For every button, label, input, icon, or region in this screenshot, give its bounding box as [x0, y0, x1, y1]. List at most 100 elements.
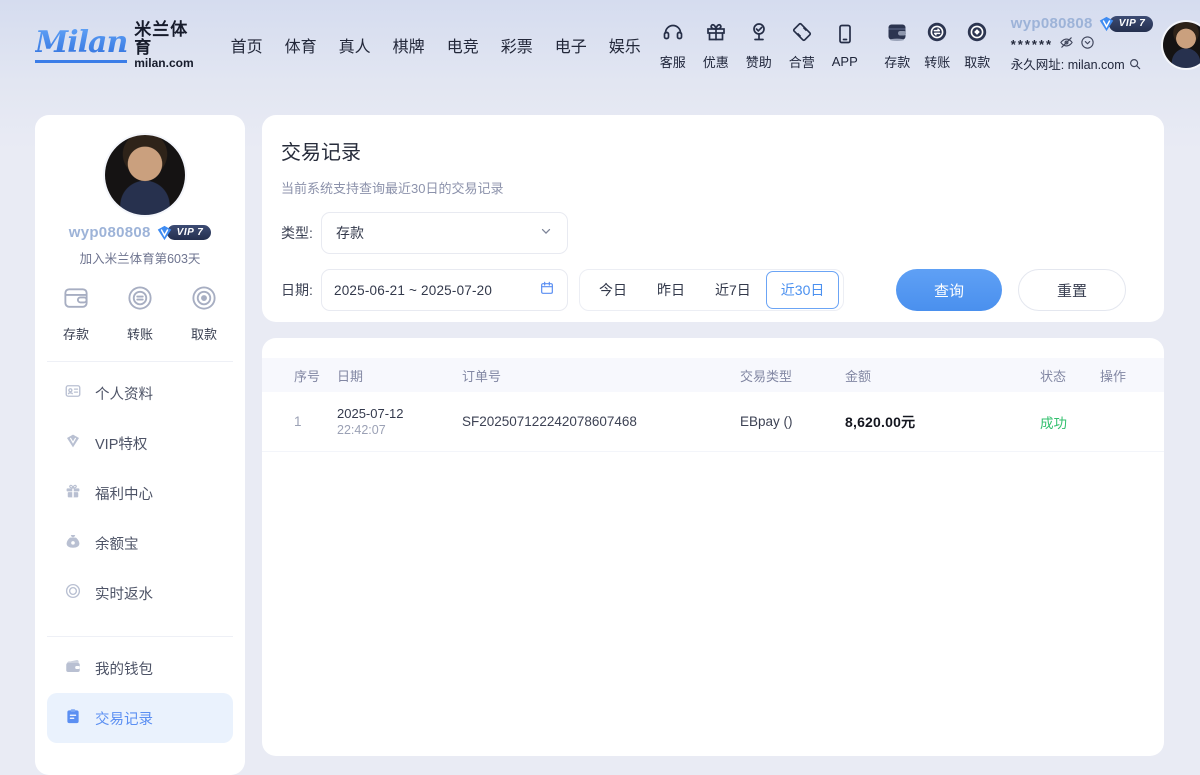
user-info-block: wyp080808 VIP 7 ****** 永久网址: milan.com [1011, 15, 1154, 75]
promotions-link[interactable]: 优惠 [695, 20, 737, 71]
sidebar-item-transaction-records[interactable]: 交易记录 [47, 693, 233, 743]
sidebar-username: wyp080808 [69, 224, 151, 241]
sidebar-item-profile[interactable]: 个人资料 [47, 368, 233, 418]
transfer-label: 转账 [924, 52, 950, 71]
sidebar-quick-actions: 存款 转账 取款 [35, 267, 245, 343]
top-header: Milan 米兰体育 milan.com 首页 体育 真人 棋牌 电竞 彩票 电… [0, 0, 1200, 90]
withdraw-icon [965, 20, 989, 49]
my-wallet-icon [64, 657, 82, 680]
vip-badge: VIP 7 [1098, 16, 1154, 33]
gift-icon [704, 20, 728, 49]
sidebar-item-transaction-records-label: 交易记录 [95, 708, 153, 729]
deposit-link[interactable]: 存款 [878, 20, 917, 71]
transfer-link[interactable]: 转账 [918, 20, 957, 71]
nav-item-sports[interactable]: 体育 [274, 25, 328, 65]
partnership-link[interactable]: 合营 [781, 20, 823, 71]
nav-item-entertainment[interactable]: 娱乐 [598, 25, 652, 65]
nav-item-home[interactable]: 首页 [220, 25, 274, 65]
deposit-icon [885, 20, 909, 49]
search-icon[interactable] [1128, 57, 1142, 76]
profile-sidebar: wyp080808 VIP 7 加入米兰体育第603天 存款 转账 取款 个人资… [35, 115, 245, 775]
transfer-outline-icon [125, 283, 155, 318]
row-status: 成功 [1040, 412, 1100, 432]
user-avatar[interactable] [1163, 22, 1200, 68]
range-today-button[interactable]: 今日 [584, 271, 642, 309]
sidebar-item-vip-label: VIP特权 [95, 433, 147, 454]
sidebar-deposit-label: 存款 [63, 324, 89, 343]
row-date-time: 22:42:07 [337, 423, 462, 437]
col-type: 交易类型 [740, 366, 845, 385]
col-index: 序号 [282, 366, 337, 385]
nav-item-slots[interactable]: 电子 [544, 25, 598, 65]
sidebar-item-yuebao[interactable]: 余额宝 [47, 518, 233, 568]
type-label: 类型: [281, 223, 321, 243]
range-7days-button[interactable]: 近7日 [700, 271, 766, 309]
calendar-icon [539, 280, 555, 301]
sidebar-item-rebate-label: 实时返水 [95, 583, 153, 604]
sidebar-item-vip[interactable]: VIP特权 [47, 418, 233, 468]
records-icon [64, 707, 82, 730]
nav-item-lottery[interactable]: 彩票 [490, 25, 544, 65]
date-label: 日期: [281, 280, 321, 300]
sidebar-item-profile-label: 个人资料 [95, 383, 153, 404]
nav-item-cards[interactable]: 棋牌 [382, 25, 436, 65]
table-header: 序号 日期 订单号 交易类型 金额 状态 操作 [262, 358, 1164, 392]
sidebar-user-row: wyp080808 VIP 7 [35, 224, 245, 241]
logo-text-stack: 米兰体育 milan.com [134, 21, 193, 69]
main-nav: 首页 体育 真人 棋牌 电竞 彩票 电子 娱乐 [220, 25, 652, 65]
sponsor-link[interactable]: 赞助 [738, 20, 780, 71]
username-text: wyp080808 [1011, 15, 1093, 34]
sidebar-withdraw-label: 取款 [191, 324, 217, 343]
site-logo[interactable]: Milan 米兰体育 milan.com [35, 21, 194, 69]
masked-balance: ****** [1011, 37, 1053, 53]
chevron-down-icon [539, 224, 553, 243]
type-select[interactable]: 存款 [321, 212, 568, 254]
sidebar-menu: 个人资料 VIP特权 福利中心 余额宝 实时返水 [35, 368, 245, 618]
sidebar-avatar[interactable] [105, 135, 185, 215]
sidebar-item-my-wallet-label: 我的钱包 [95, 658, 153, 679]
chevron-down-circle-icon[interactable] [1080, 35, 1095, 56]
vip-shield-icon [1098, 16, 1115, 32]
type-filter-row: 类型: 存款 [262, 212, 1164, 254]
header-right: 客服 优惠 赞助 合营 APP 存款 转账 [652, 15, 1200, 75]
medal-icon [747, 20, 771, 49]
vip-level-label: VIP 7 [1109, 16, 1154, 33]
customer-service-link[interactable]: 客服 [652, 20, 694, 71]
sidebar-divider [47, 361, 233, 362]
wallet-shortcuts: 存款 转账 取款 [878, 20, 997, 71]
sidebar-item-benefits-label: 福利中心 [95, 483, 153, 504]
sidebar-menu-wallet: 我的钱包 交易记录 [35, 643, 245, 743]
reset-button[interactable]: 重置 [1018, 269, 1126, 311]
table-row: 1 2025-07-12 22:42:07 SF2025071222420786… [262, 392, 1164, 452]
phone-icon [833, 22, 857, 51]
sidebar-item-benefits[interactable]: 福利中心 [47, 468, 233, 518]
logo-script-text: Milan [35, 28, 127, 63]
col-action: 操作 [1100, 366, 1149, 385]
app-download-link[interactable]: APP [824, 22, 866, 69]
partnership-label: 合营 [789, 52, 815, 71]
sidebar-vip-level-label: VIP 7 [167, 225, 212, 240]
promotions-label: 优惠 [703, 52, 729, 71]
sidebar-transfer-action[interactable]: 转账 [125, 283, 155, 343]
sidebar-item-my-wallet[interactable]: 我的钱包 [47, 643, 233, 693]
col-date: 日期 [337, 366, 462, 385]
nav-item-esports[interactable]: 电竞 [436, 25, 490, 65]
row-index: 1 [282, 414, 337, 429]
transfer-icon [925, 20, 949, 49]
sidebar-divider-2 [47, 636, 233, 637]
nav-item-live[interactable]: 真人 [328, 25, 382, 65]
search-button[interactable]: 查询 [896, 269, 1002, 311]
page-title: 交易记录 [262, 115, 1164, 165]
sidebar-item-rebate[interactable]: 实时返水 [47, 568, 233, 618]
range-30days-button[interactable]: 近30日 [766, 271, 840, 309]
sidebar-withdraw-action[interactable]: 取款 [189, 283, 219, 343]
eye-off-icon[interactable] [1059, 35, 1074, 56]
date-range-input[interactable]: 2025-06-21 ~ 2025-07-20 [321, 269, 568, 311]
date-range-value: 2025-06-21 ~ 2025-07-20 [334, 283, 539, 298]
customer-service-label: 客服 [660, 52, 686, 71]
range-yesterday-button[interactable]: 昨日 [642, 271, 700, 309]
filter-panel: 交易记录 当前系统支持查询最近30日的交易记录 类型: 存款 日期: 2025-… [262, 115, 1164, 322]
withdraw-link[interactable]: 取款 [958, 20, 997, 71]
benefits-icon [64, 482, 82, 505]
sidebar-deposit-action[interactable]: 存款 [61, 283, 91, 343]
